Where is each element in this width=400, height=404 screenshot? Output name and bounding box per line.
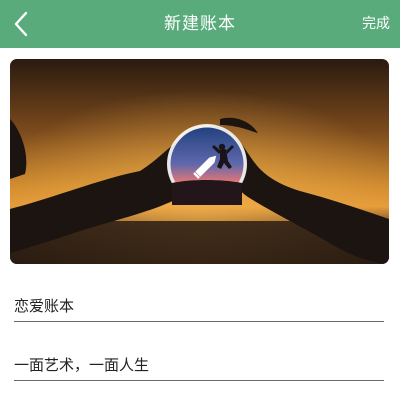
new-account-book-screen: 新建账本 完成 恋爱账本 一面艺术，一面人生	[0, 0, 400, 404]
top-bar: 新建账本 完成	[0, 0, 400, 48]
cover-avatar-button[interactable]	[166, 123, 248, 205]
pencil-icon	[167, 124, 247, 205]
book-name-field[interactable]: 恋爱账本	[14, 288, 384, 322]
cover-image[interactable]	[10, 59, 389, 264]
done-button[interactable]: 完成	[362, 0, 390, 48]
book-description-field[interactable]: 一面艺术，一面人生	[14, 347, 384, 381]
book-name-value: 恋爱账本	[14, 297, 75, 315]
book-description-value: 一面艺术，一面人生	[14, 356, 150, 374]
page-title: 新建账本	[164, 14, 236, 34]
